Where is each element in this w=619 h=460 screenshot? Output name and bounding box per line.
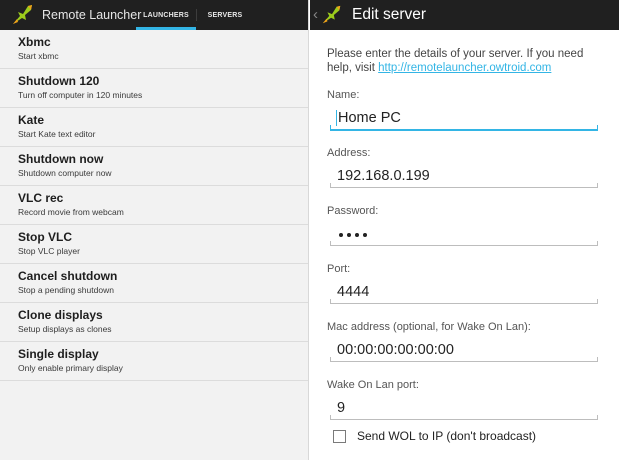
field-underline-tick — [597, 357, 598, 362]
launcher-subtitle: Stop VLC player — [18, 246, 80, 256]
wol-ip-checkbox[interactable] — [333, 429, 346, 443]
launchers-screen: Remote Launcher LAUNCHERS SERVERS Xbmc S… — [0, 0, 309, 460]
launcher-subtitle: Shutdown computer now — [18, 168, 112, 178]
field-underline — [330, 361, 598, 362]
address-field[interactable]: 192.168.0.199 — [327, 162, 598, 191]
field-underline — [330, 303, 598, 304]
launcher-title: Shutdown now — [18, 152, 104, 166]
screen-title: Edit server — [352, 6, 427, 23]
launcher-subtitle: Record movie from webcam — [18, 207, 124, 217]
field-underline-tick — [597, 299, 598, 304]
server-form: Please enter the details of your server.… — [310, 30, 619, 443]
mac-address-value: 00:00:00:00:00:00 — [337, 342, 454, 358]
password-mask — [339, 233, 367, 237]
wol-port-value: 9 — [337, 400, 346, 416]
launcher-item-clone-displays[interactable]: Clone displays Setup displays as clones — [0, 303, 308, 342]
field-underline — [330, 245, 598, 246]
launcher-item-stop-vlc[interactable]: Stop VLC Stop VLC player — [0, 225, 308, 264]
name-value: Home PC — [336, 110, 401, 126]
back-chevron-icon[interactable]: ‹ — [313, 0, 318, 30]
address-value: 192.168.0.199 — [337, 168, 430, 184]
port-value: 4444 — [337, 284, 370, 300]
launcher-item-xbmc[interactable]: Xbmc Start xbmc — [0, 30, 308, 69]
launcher-item-kate[interactable]: Kate Start Kate text editor — [0, 108, 308, 147]
password-field[interactable] — [327, 220, 598, 249]
launcher-subtitle: Setup displays as clones — [18, 324, 112, 334]
launcher-title: Single display — [18, 347, 99, 361]
rocket-logo-icon[interactable] — [320, 4, 344, 26]
wol-ip-checkbox-label: Send WOL to IP (don't broadcast) — [357, 429, 537, 443]
password-dot — [347, 233, 351, 237]
launcher-title: Shutdown 120 — [18, 74, 100, 88]
wol-port-field[interactable]: 9 — [327, 394, 598, 423]
wol-ip-option[interactable]: Send WOL to IP (don't broadcast) — [333, 429, 598, 443]
launcher-title: Kate — [18, 113, 45, 127]
launcher-title: VLC rec — [18, 191, 64, 205]
tab-servers[interactable]: SERVERS — [197, 0, 253, 30]
action-bar: Remote Launcher LAUNCHERS SERVERS — [0, 0, 308, 30]
launcher-list: Xbmc Start xbmc Shutdown 120 Turn off co… — [0, 30, 308, 381]
wol-port-label: Wake On Lan port: — [327, 379, 419, 391]
launcher-item-vlc-rec[interactable]: VLC rec Record movie from webcam — [0, 186, 308, 225]
launcher-subtitle: Only enable primary display — [18, 363, 123, 373]
field-underline-tick — [597, 241, 598, 246]
launcher-item-cancel-shutdown[interactable]: Cancel shutdown Stop a pending shutdown — [0, 264, 308, 303]
mac-address-label: Mac address (optional, for Wake On Lan): — [327, 321, 531, 333]
launcher-title: Stop VLC — [18, 230, 72, 244]
launcher-title: Clone displays — [18, 308, 103, 322]
app-title: Remote Launcher — [42, 8, 142, 22]
intro-text: Please enter the details of your server.… — [327, 47, 598, 75]
launcher-item-shutdown-120[interactable]: Shutdown 120 Turn off computer in 120 mi… — [0, 69, 308, 108]
password-dot — [339, 233, 343, 237]
port-label: Port: — [327, 263, 351, 275]
field-underline-tick — [597, 125, 598, 130]
address-label: Address: — [327, 147, 371, 159]
launcher-subtitle: Start Kate text editor — [18, 129, 96, 139]
launcher-item-single-display[interactable]: Single display Only enable primary displ… — [0, 342, 308, 381]
launcher-title: Xbmc — [18, 35, 51, 49]
field-underline — [330, 129, 598, 131]
rocket-logo-icon — [13, 5, 32, 24]
edit-server-screen: ‹ Edit server Please enter the details o… — [310, 0, 619, 460]
launcher-title: Cancel shutdown — [18, 269, 118, 283]
mac-address-field[interactable]: 00:00:00:00:00:00 — [327, 336, 598, 365]
password-dot — [363, 233, 367, 237]
help-link[interactable]: http://remotelauncher.owtroid.com — [378, 62, 551, 74]
launcher-item-shutdown-now[interactable]: Shutdown now Shutdown computer now — [0, 147, 308, 186]
launcher-subtitle: Stop a pending shutdown — [18, 285, 114, 295]
name-field[interactable]: Home PC — [327, 104, 598, 133]
field-underline-tick — [597, 415, 598, 420]
field-underline — [330, 419, 598, 420]
field-underline — [330, 187, 598, 188]
port-field[interactable]: 4444 — [327, 278, 598, 307]
launcher-subtitle: Start xbmc — [18, 51, 59, 61]
password-label: Password: — [327, 205, 379, 217]
field-underline-tick — [597, 183, 598, 188]
tab-launchers[interactable]: LAUNCHERS — [136, 0, 196, 30]
password-dot — [355, 233, 359, 237]
name-label: Name: — [327, 89, 360, 101]
launcher-subtitle: Turn off computer in 120 minutes — [18, 90, 143, 100]
action-bar: ‹ Edit server — [310, 0, 619, 30]
tab-bar: LAUNCHERS SERVERS — [136, 0, 253, 30]
